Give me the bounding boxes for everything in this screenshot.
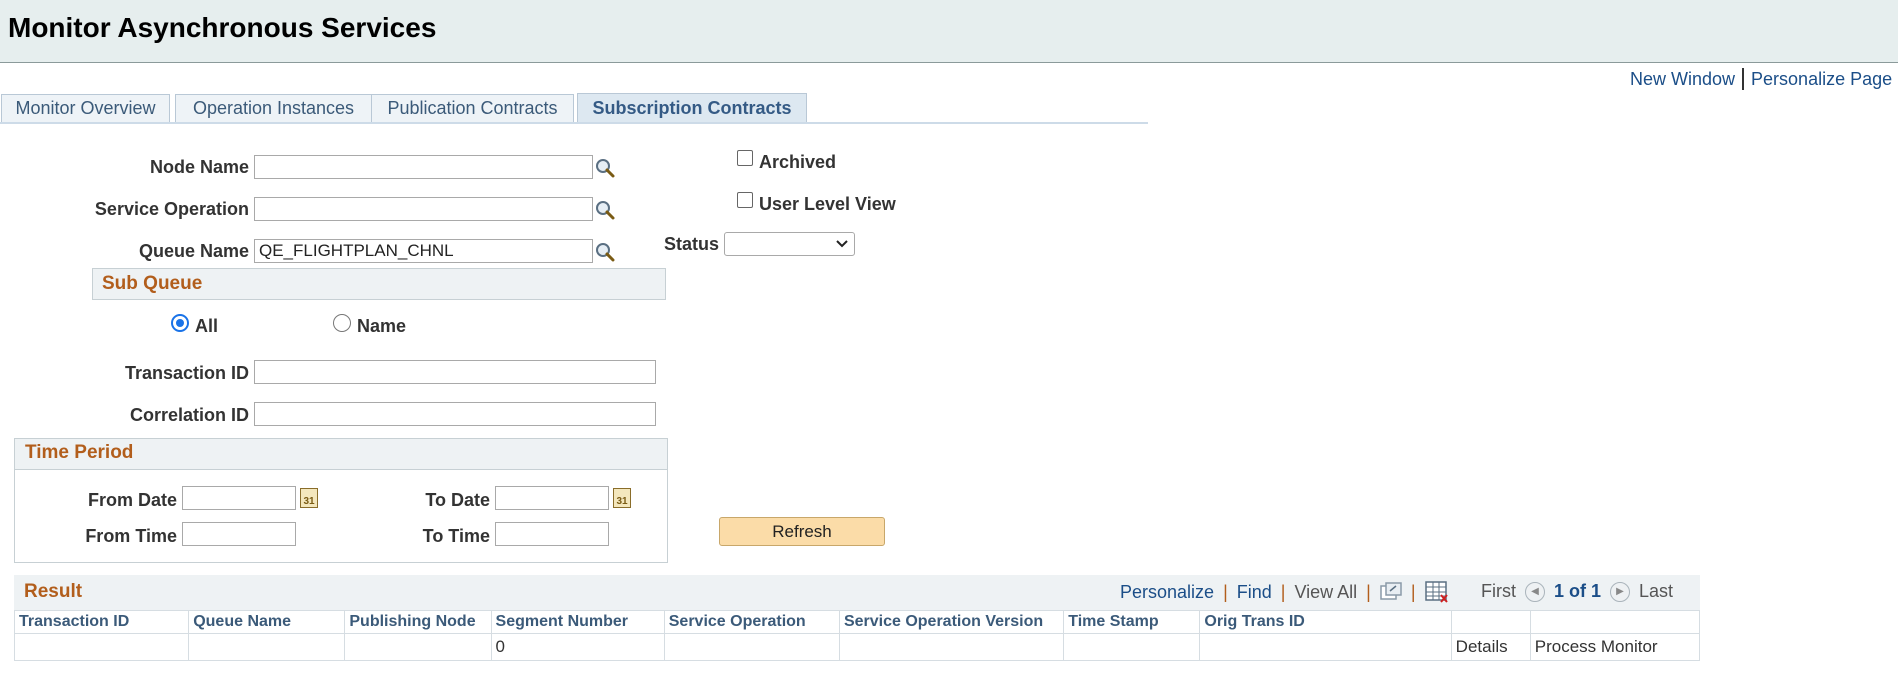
column-header (1450, 610, 1531, 634)
queue-name-cell (188, 633, 346, 661)
calendar-glyph: 31 (303, 496, 315, 507)
tab-monitor-overview[interactable]: Monitor Overview (1, 94, 170, 122)
service-operation-cell (663, 633, 840, 661)
column-header: Transaction ID (13, 610, 190, 634)
sub-queue-all-radio[interactable] (171, 314, 189, 332)
find-link[interactable]: Find (1237, 582, 1272, 603)
orig-trans-id-cell (1199, 633, 1452, 661)
column-header: Orig Trans ID (1199, 610, 1452, 634)
tabs-underline (0, 122, 1148, 124)
archived-label: Archived (759, 152, 837, 172)
from-time-input[interactable] (182, 522, 296, 546)
pagination: First ◀ 1 of 1 ▶ Last (1481, 581, 1673, 602)
chevron-down-icon (836, 240, 848, 248)
from-date-label: From Date (87, 490, 177, 510)
magnifier-icon[interactable] (594, 157, 616, 179)
toolbar-separator: | (1280, 581, 1286, 602)
correlation-id-label: Correlation ID (129, 405, 249, 425)
transaction-id-label: Transaction ID (124, 363, 249, 383)
magnifier-icon[interactable] (594, 241, 616, 263)
service-operation-label: Service Operation (94, 199, 249, 219)
time-period-title: Time Period (25, 442, 134, 463)
toolbar-separator: | (1223, 581, 1228, 602)
tab-label: Monitor Overview (15, 98, 156, 118)
calendar-icon[interactable]: 31 (300, 488, 318, 508)
previous-arrow-icon[interactable]: ◀ (1525, 581, 1545, 602)
to-time-input[interactable] (495, 522, 609, 546)
top-links: New Window Personalize Page (1630, 68, 1892, 90)
tab-publication-contracts[interactable]: Publication Contracts (371, 94, 574, 122)
to-date-label: To Date (425, 490, 490, 510)
page-count: 1 of 1 (1554, 581, 1602, 601)
details-link[interactable]: Details (1450, 633, 1531, 661)
transaction-id-input[interactable] (254, 360, 656, 384)
zoom-grid-icon[interactable] (1380, 582, 1402, 602)
new-window-link[interactable]: New Window (1630, 69, 1735, 90)
column-header: Publishing Node (344, 610, 492, 634)
result-title: Result (24, 581, 83, 602)
toolbar-separator: | (1410, 581, 1416, 602)
first-link[interactable]: First (1481, 581, 1516, 602)
sub-queue-all-label: All (195, 316, 219, 336)
time-stamp-cell (1063, 633, 1201, 661)
table-row: 0 Details Process Monitor (13, 633, 1701, 661)
calendar-icon[interactable]: 31 (613, 488, 631, 508)
node-name-label: Node Name (149, 157, 249, 177)
tab-label: Publication Contracts (387, 98, 558, 118)
column-header: Service Operation (663, 610, 840, 634)
download-excel-icon[interactable] (1424, 581, 1449, 603)
to-time-label: To Time (422, 526, 490, 546)
personalize-link[interactable]: Personalize (1120, 582, 1214, 603)
column-header: Time Stamp (1063, 610, 1201, 634)
archived-checkbox[interactable] (737, 150, 753, 166)
from-time-label: From Time (85, 526, 177, 546)
tab-subscription-contracts[interactable]: Subscription Contracts (577, 93, 807, 123)
page-title: Monitor Asynchronous Services (8, 12, 437, 43)
tab-operation-instances[interactable]: Operation Instances (175, 94, 372, 122)
link-separator (1742, 68, 1745, 90)
next-arrow-icon[interactable]: ▶ (1610, 581, 1631, 602)
to-date-input[interactable] (495, 486, 609, 510)
process-monitor-link[interactable]: Process Monitor (1529, 633, 1701, 661)
queue-name-label: Queue Name (138, 241, 249, 261)
service-operation-input[interactable] (254, 197, 593, 221)
sub-queue-name-label: Name (357, 316, 407, 336)
column-header: Segment Number (490, 610, 665, 634)
service-operation-version-cell (838, 633, 1065, 661)
status-select[interactable] (724, 232, 855, 256)
view-all-link[interactable]: View All (1294, 582, 1357, 603)
transaction-id-cell (13, 633, 190, 661)
correlation-id-input[interactable] (254, 402, 656, 426)
column-header: Service Operation Version (838, 610, 1065, 634)
grid-header-row: Transaction ID Queue Name Publishing Nod… (13, 610, 1701, 634)
status-label: Status (663, 234, 719, 254)
tab-label: Operation Instances (192, 98, 355, 118)
queue-name-input[interactable] (254, 239, 593, 263)
magnifier-icon[interactable] (594, 199, 616, 221)
toolbar-separator: | (1366, 581, 1371, 602)
grid-toolbar: Personalize | Find | View All | | (1120, 581, 1449, 603)
column-header (1529, 610, 1701, 634)
calendar-glyph: 31 (616, 496, 628, 507)
tab-label: Subscription Contracts (592, 98, 792, 118)
node-name-input[interactable] (254, 155, 593, 179)
user-level-view-label: User Level View (759, 194, 896, 214)
sub-queue-title: Sub Queue (102, 273, 203, 294)
refresh-button[interactable]: Refresh (719, 517, 885, 546)
from-date-input[interactable] (182, 486, 296, 510)
last-link[interactable]: Last (1639, 581, 1673, 602)
user-level-view-checkbox[interactable] (737, 192, 753, 208)
result-grid: Transaction ID Queue Name Publishing Nod… (13, 610, 1701, 661)
personalize-page-link[interactable]: Personalize Page (1751, 69, 1892, 90)
publishing-node-cell (344, 633, 492, 661)
segment-number-cell: 0 (490, 633, 665, 661)
sub-queue-name-radio[interactable] (333, 314, 351, 332)
column-header: Queue Name (188, 610, 346, 634)
